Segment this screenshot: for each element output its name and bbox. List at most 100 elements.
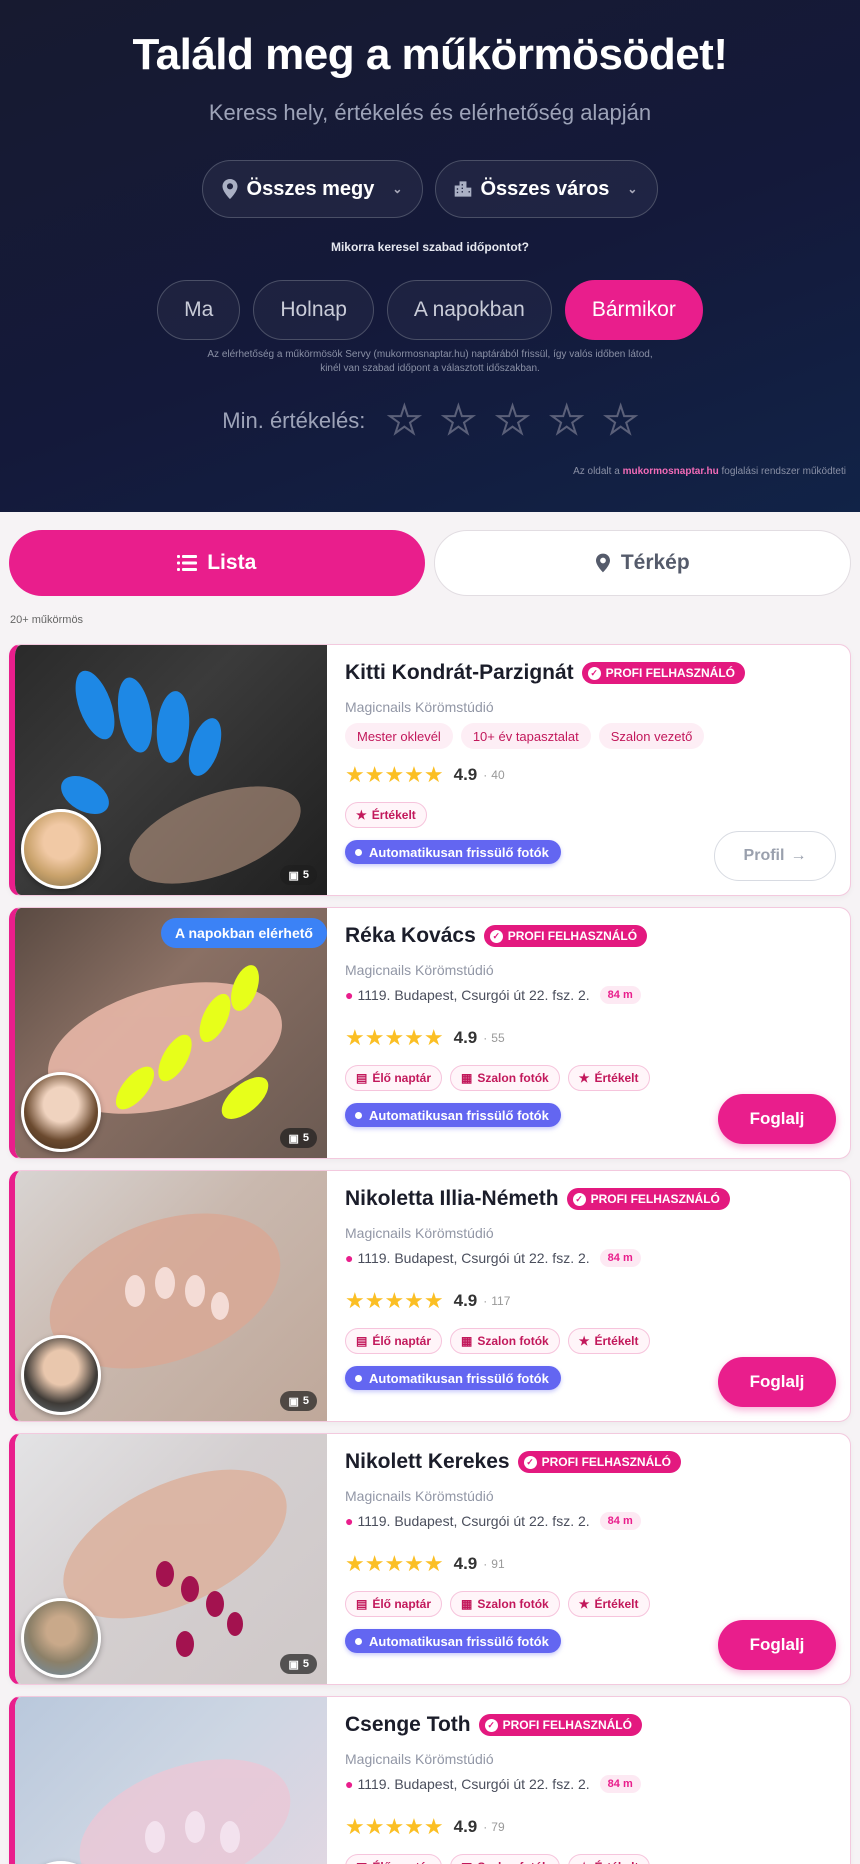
star-1-icon[interactable]: ★ bbox=[386, 401, 422, 441]
qualification-tags: Mester oklevél 10+ év tapasztalat Szalon… bbox=[345, 723, 705, 749]
map-pin-icon bbox=[222, 179, 238, 199]
arrow-right-icon: → bbox=[790, 847, 807, 864]
rating: ★★★★★ 4.9 · 40 bbox=[345, 762, 505, 787]
avatar bbox=[21, 809, 101, 889]
artist-name[interactable]: Nikoletta Illia-Németh bbox=[345, 1187, 559, 1211]
artist-card[interactable]: ▣ 5 Kitti Kondrát-Parzignát ✓ PROFI FELHAS… bbox=[9, 644, 851, 896]
calendar-icon: ▤ bbox=[356, 1860, 367, 1864]
salon-name: Magicnails Körömstúdió bbox=[345, 699, 494, 715]
feature-badges: ▤Élő naptár ▦Szalon fotók ★Értékelt bbox=[345, 1065, 650, 1091]
availability-badge: A napokban elérhető bbox=[161, 918, 327, 948]
map-pin-icon: ● bbox=[345, 1250, 354, 1266]
photo-count-badge: ▣ 5 bbox=[280, 865, 317, 885]
star-2-icon[interactable]: ★ bbox=[440, 401, 476, 441]
address: ● 1119. Budapest, Csurgói út 22. fsz. 2. 8… bbox=[345, 1512, 641, 1530]
min-rating-label: Min. értékelés: bbox=[222, 408, 366, 433]
salon-name: Magicnails Körömstúdió bbox=[345, 1488, 494, 1504]
nail-photo[interactable]: ▣ 5 bbox=[15, 645, 327, 895]
rating-value: 4.9 bbox=[453, 1291, 478, 1310]
chevron-down-icon: ⌄ bbox=[392, 182, 403, 196]
powered-by-link[interactable]: mukormosnaptar.hu bbox=[623, 466, 719, 477]
artist-name[interactable]: Csenge Toth bbox=[345, 1713, 471, 1737]
distance-badge: 84 m bbox=[599, 1249, 641, 1267]
profi-badge: ✓ PROFI FELHASZNÁLÓ bbox=[478, 1714, 642, 1736]
page-subtitle: Keress hely, értékelés és elérhetőség al… bbox=[208, 100, 652, 125]
time-option-today[interactable]: Ma bbox=[157, 280, 241, 340]
artist-card[interactable]: A napokban elérhető ▣ 5 Réka Kovács ✓ PROF… bbox=[9, 907, 851, 1159]
store-icon: ▦ bbox=[461, 1334, 473, 1348]
distance-badge: 84 m bbox=[599, 1512, 641, 1530]
star-5-icon[interactable]: ★ bbox=[603, 401, 639, 441]
check-icon: ✓ bbox=[587, 666, 601, 680]
artist-card[interactable]: ▣ 5 Nikolett Kerekes ✓ PROFI FELHASZNÁLÓ M… bbox=[9, 1433, 851, 1685]
avatar bbox=[21, 1598, 101, 1678]
artist-name[interactable]: Kitti Kondrát-Parzignát bbox=[345, 661, 574, 685]
county-select-value: Összes megy bbox=[246, 177, 375, 200]
nail-photo[interactable] bbox=[15, 1697, 327, 1864]
time-option-tomorrow[interactable]: Holnap bbox=[253, 280, 374, 340]
rating: ★★★★★ 4.9 · 55 bbox=[345, 1025, 505, 1050]
auto-photos-badge: Automatikusan frissülő fotók bbox=[345, 1629, 561, 1653]
qualification-tag: Mester oklevél bbox=[345, 723, 453, 749]
live-calendar-badge: ▤Élő naptár bbox=[345, 1328, 443, 1354]
artist-info: Réka Kovács ✓ PROFI FELHASZNÁLÓ Magicnail… bbox=[345, 908, 850, 1158]
store-icon: ▦ bbox=[461, 1860, 472, 1864]
list-icon bbox=[177, 555, 198, 571]
star-icon: ★★★★★ bbox=[345, 1814, 444, 1839]
feature-badges: ▤Élő naptár ▦Szalon fotók ★Értékelt bbox=[345, 1854, 650, 1864]
calendar-icon: ▤ bbox=[356, 1597, 368, 1611]
star-icon: ★ bbox=[579, 1860, 590, 1864]
avatar bbox=[21, 1072, 101, 1152]
review-count: 79 bbox=[491, 1820, 505, 1834]
rating: ★★★★★ 4.9 · 117 bbox=[345, 1288, 511, 1313]
nail-photo[interactable]: ▣ 5 bbox=[15, 1171, 327, 1421]
qualification-tag: Szalon vezető bbox=[598, 723, 705, 749]
nail-photo[interactable]: ▣ 5 bbox=[15, 1434, 327, 1684]
map-pin-icon: ● bbox=[345, 1513, 354, 1529]
artist-card[interactable]: ▣ 5 Nikoletta Illia-Németh ✓ PROFI FELHASZ… bbox=[9, 1170, 851, 1422]
star-4-icon[interactable]: ★ bbox=[549, 401, 585, 441]
rating-value: 4.9 bbox=[453, 1554, 478, 1573]
map-view-button[interactable]: Térkép bbox=[433, 530, 851, 596]
artist-name[interactable]: Nikolett Kerekes bbox=[345, 1450, 510, 1474]
auto-photos-badge: Automatikusan frissülő fotók bbox=[345, 1103, 561, 1127]
profile-button[interactable]: Profil → bbox=[714, 831, 836, 881]
star-3-icon[interactable]: ★ bbox=[494, 401, 530, 441]
star-icon: ★★★★★ bbox=[345, 762, 444, 787]
county-select[interactable]: Összes megy ⌄ bbox=[201, 160, 424, 218]
star-icon: ★ bbox=[356, 808, 367, 822]
rating-value: 4.9 bbox=[453, 1028, 478, 1047]
list-view-button[interactable]: Lista bbox=[9, 530, 425, 596]
avatar bbox=[21, 1335, 101, 1415]
availability-note: Az elérhetőség a műkörmösök Servy (mukor… bbox=[207, 349, 653, 374]
live-calendar-badge: ▤Élő naptár bbox=[345, 1854, 443, 1864]
star-icon: ★★★★★ bbox=[345, 1288, 444, 1313]
artist-info: Kitti Kondrát-Parzignát ✓ PROFI FELHASZNÁ… bbox=[345, 645, 850, 895]
star-icon: ★★★★★ bbox=[345, 1551, 444, 1576]
map-pin-icon: ● bbox=[345, 987, 354, 1003]
city-select-value: Összes város bbox=[480, 177, 610, 200]
address: ● 1119. Budapest, Csurgói út 22. fsz. 2. 8… bbox=[345, 1775, 641, 1793]
image-icon: ▣ bbox=[288, 1658, 299, 1671]
profi-badge: ✓ PROFI FELHASZNÁLÓ bbox=[566, 1188, 730, 1210]
salon-photos-badge: ▦Szalon fotók bbox=[450, 1854, 560, 1864]
nail-photo[interactable]: A napokban elérhető ▣ 5 bbox=[15, 908, 327, 1158]
book-button[interactable]: Foglalj bbox=[718, 1094, 836, 1144]
city-icon bbox=[455, 181, 472, 197]
image-icon: ▣ bbox=[288, 1132, 299, 1145]
book-button[interactable]: Foglalj bbox=[718, 1620, 836, 1670]
check-icon: ✓ bbox=[523, 1455, 537, 1469]
auto-photos-badge: Automatikusan frissülő fotók bbox=[345, 840, 561, 864]
time-option-anytime[interactable]: Bármikor bbox=[564, 280, 703, 340]
chevron-down-icon: ⌄ bbox=[627, 182, 638, 196]
hero-section: Találd meg a műkörmösödet! Keress hely, … bbox=[0, 0, 860, 512]
salon-name: Magicnails Körömstúdió bbox=[345, 1751, 494, 1767]
artist-card[interactable]: Csenge Toth ✓ PROFI FELHASZNÁLÓ Magicnail… bbox=[9, 1696, 851, 1864]
time-option-soon[interactable]: A napokban bbox=[386, 280, 552, 340]
review-count: 55 bbox=[491, 1031, 505, 1045]
artist-name[interactable]: Réka Kovács bbox=[345, 924, 476, 948]
salon-photos-badge: ▦Szalon fotók bbox=[450, 1065, 560, 1091]
profi-badge: ✓ PROFI FELHASZNÁLÓ bbox=[517, 1451, 681, 1473]
city-select[interactable]: Összes város ⌄ bbox=[435, 160, 659, 218]
book-button[interactable]: Foglalj bbox=[718, 1357, 836, 1407]
